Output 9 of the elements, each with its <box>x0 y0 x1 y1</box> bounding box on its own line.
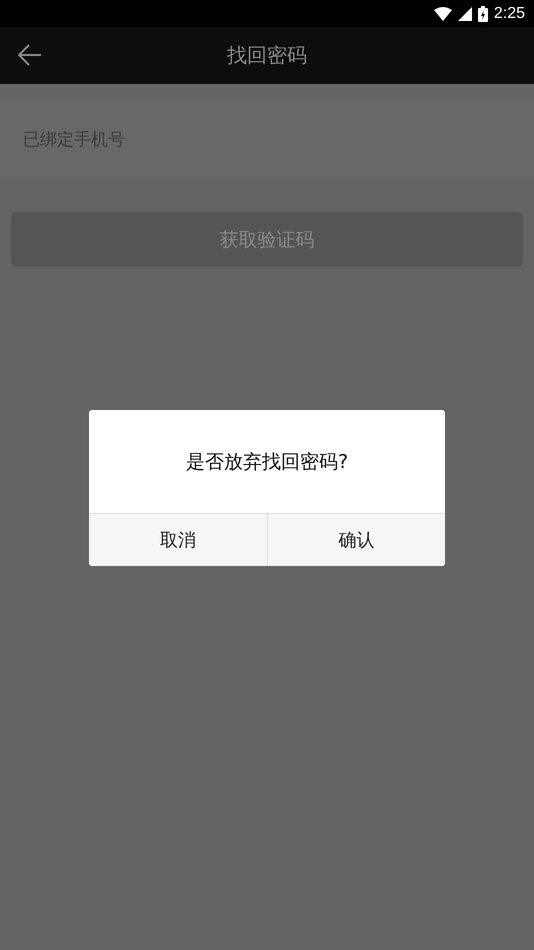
cancel-button[interactable]: 取消 <box>89 514 266 566</box>
page-title: 找回密码 <box>227 42 307 69</box>
signal-icon <box>458 6 472 20</box>
wifi-icon <box>434 6 452 20</box>
back-arrow-icon[interactable] <box>18 44 42 66</box>
battery-icon <box>478 6 488 22</box>
status-time: 2:25 <box>494 4 525 22</box>
dialog-message: 是否放弃找回密码? <box>184 450 350 474</box>
confirm-button[interactable]: 确认 <box>266 514 445 566</box>
